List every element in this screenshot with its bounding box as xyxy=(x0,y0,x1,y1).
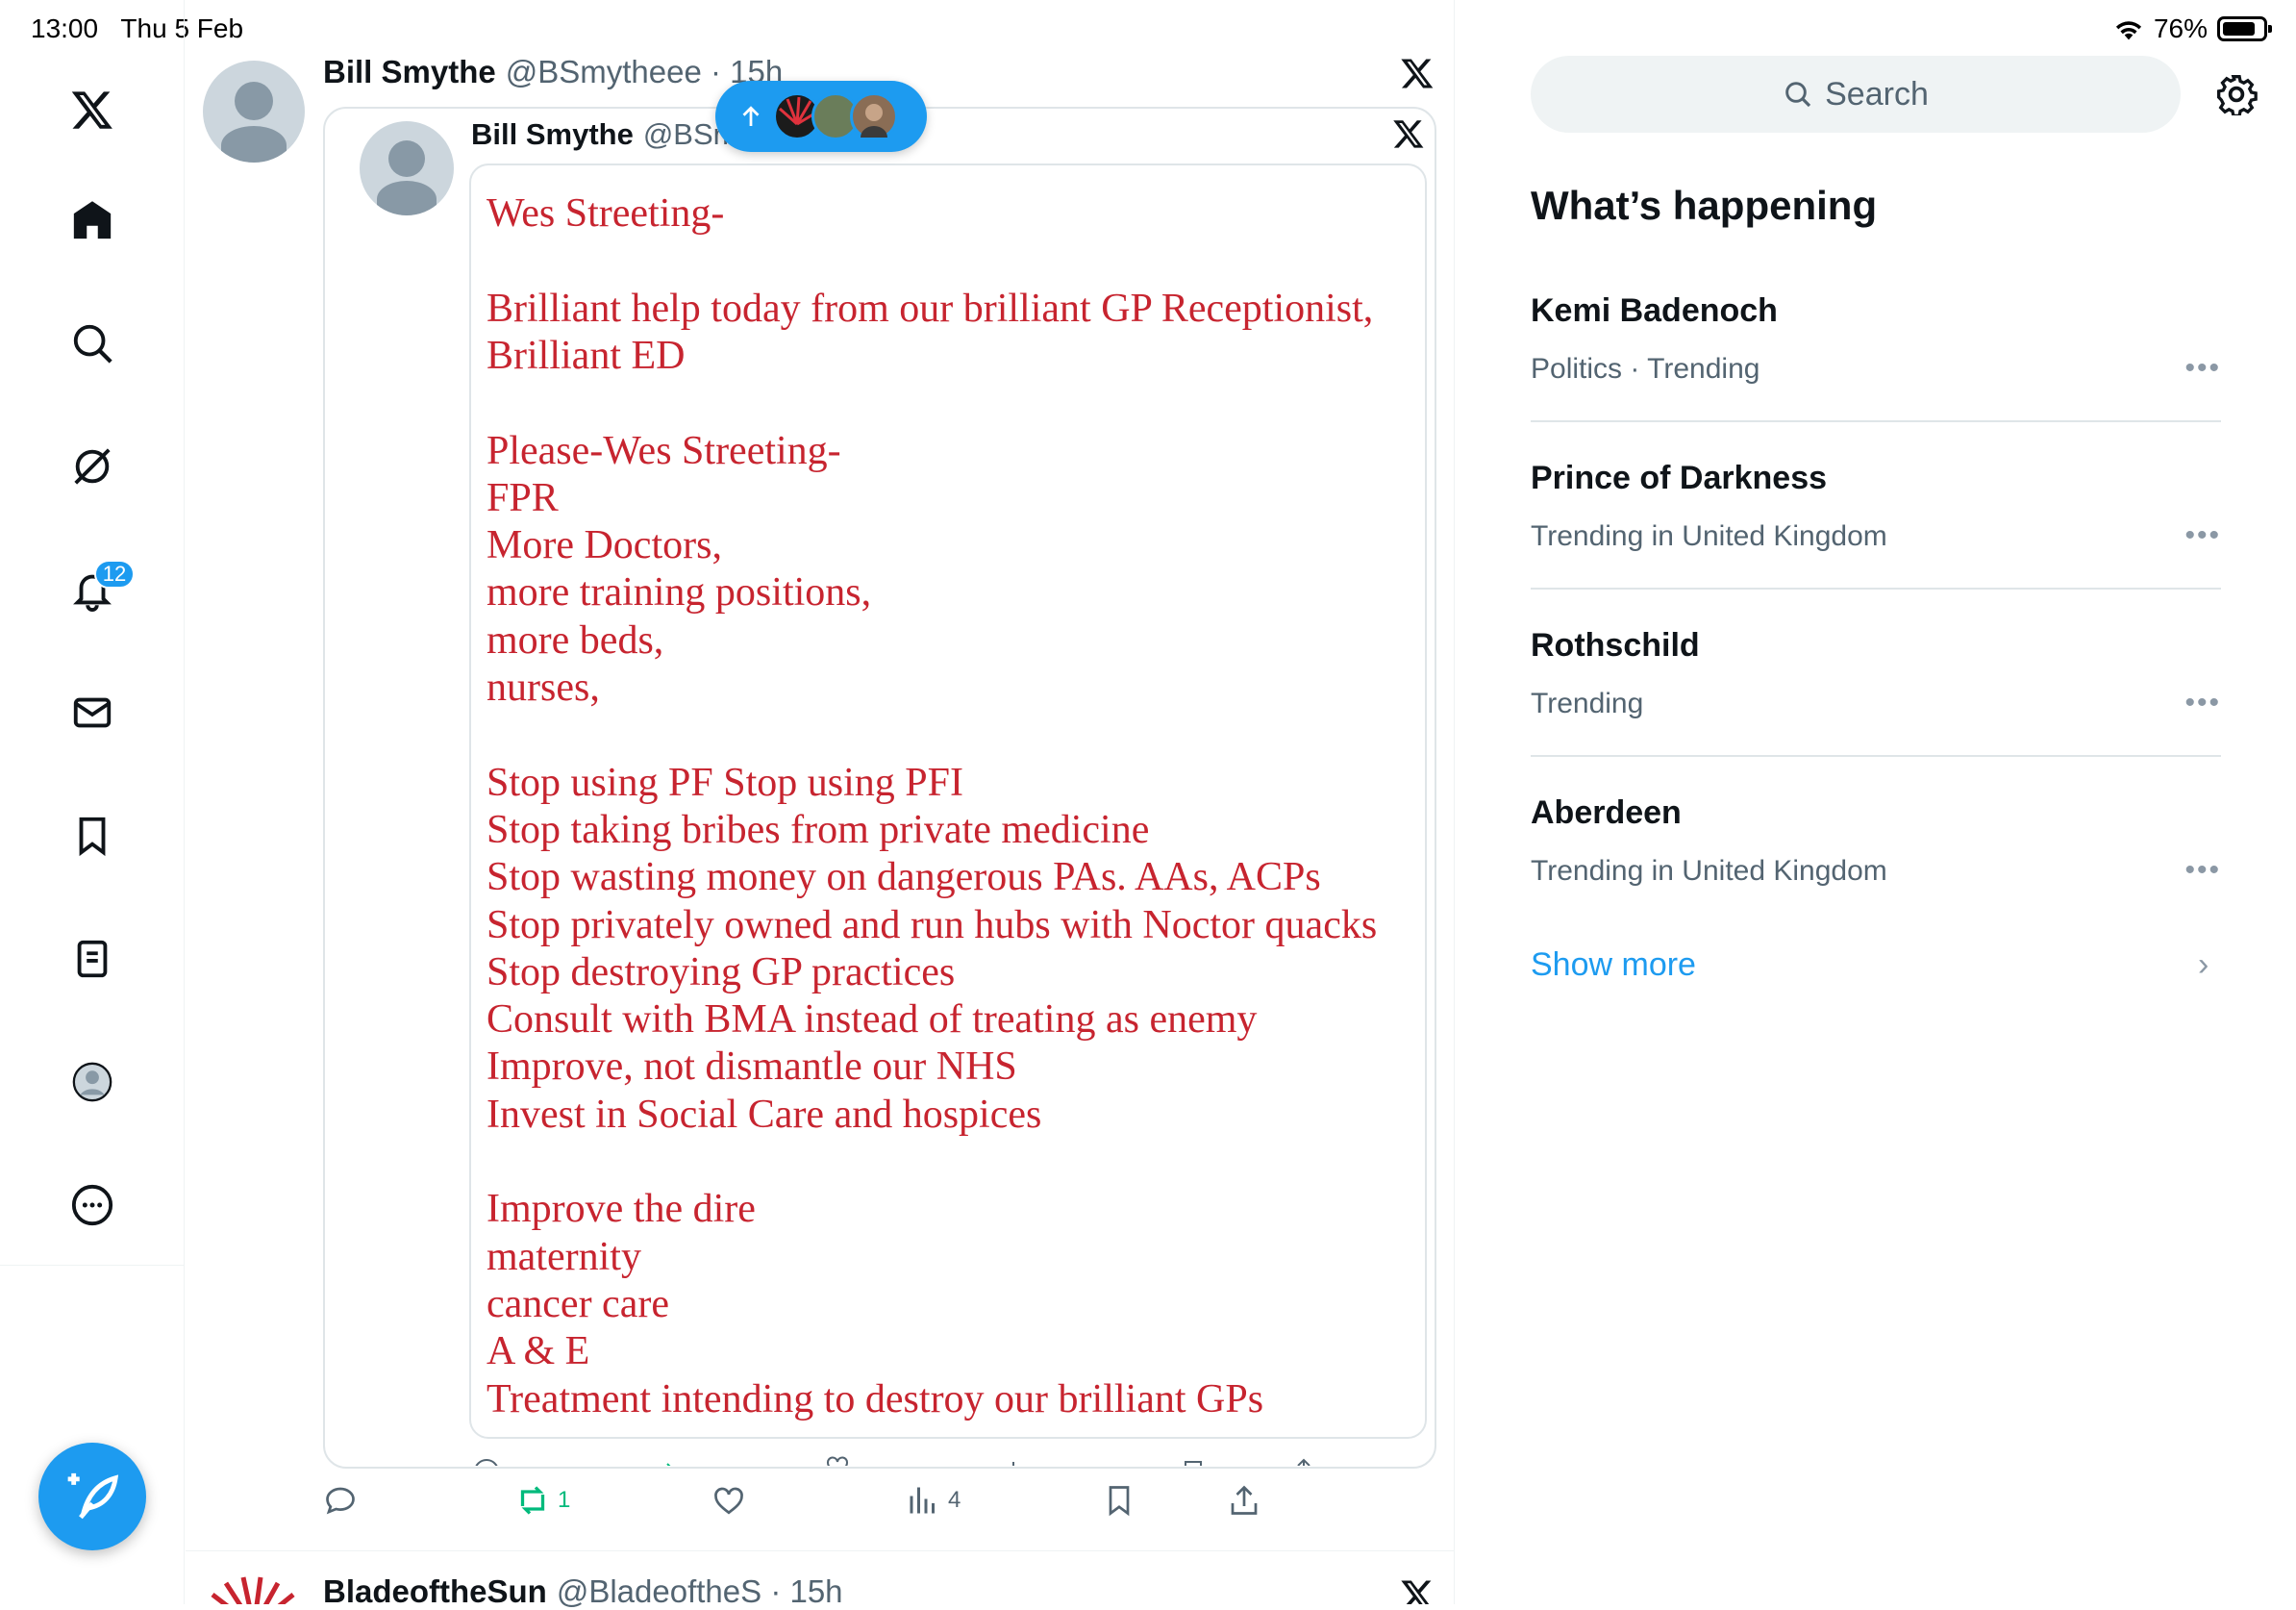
more-options-icon[interactable] xyxy=(58,1170,127,1240)
trend-item[interactable]: Rothschild Trending ••• xyxy=(1531,627,2221,720)
views-chart-icon xyxy=(910,1487,935,1514)
compose-feather-icon xyxy=(67,1472,119,1520)
next-post-avatar[interactable] xyxy=(203,1575,305,1604)
trend-item[interactable]: Aberdeen Trending in United Kingdom ••• xyxy=(1531,794,2221,888)
heart-icon xyxy=(714,1487,743,1515)
quoted-post-header: Bill Smythe @BSm xyxy=(471,117,737,152)
image-text-line: Brilliant help today from our brilliant … xyxy=(487,286,1374,331)
trend-divider xyxy=(1531,588,2221,590)
image-text-line: nurses, xyxy=(487,666,600,710)
trend-divider xyxy=(1531,420,2221,422)
search-placeholder: Search xyxy=(1825,75,1929,113)
arrow-up-icon xyxy=(742,106,760,126)
trend-divider xyxy=(1531,755,2221,757)
trend-more-icon[interactable]: ••• xyxy=(2184,854,2221,887)
next-post-author-name[interactable]: BladeoftheSun xyxy=(323,1573,547,1610)
next-post-author-handle: @BladeoftheS · 15h xyxy=(556,1573,843,1609)
image-text-line: more training positions, xyxy=(487,570,872,616)
show-more-link[interactable]: Show more xyxy=(1531,946,1696,984)
wifi-icon xyxy=(2115,21,2142,40)
bookmark-icon xyxy=(1109,1486,1130,1517)
repost-icon xyxy=(520,1486,545,1515)
compose-post-button[interactable] xyxy=(38,1443,146,1550)
next-post-x-logo-icon xyxy=(1400,1577,1435,1604)
profile-avatar-icon[interactable] xyxy=(58,1047,127,1117)
bookmark-button[interactable] xyxy=(1102,1483,1136,1518)
lists-icon[interactable] xyxy=(58,924,127,994)
post-author-avatar[interactable] xyxy=(203,61,305,163)
trend-item[interactable]: Prince of Darkness Trending in United Ki… xyxy=(1531,460,2221,553)
post-header: Bill Smythe @BSmytheee · 15h xyxy=(323,54,783,90)
new-post-avatar-3 xyxy=(850,92,898,140)
search-input[interactable]: Search xyxy=(1531,56,2181,133)
image-text-line: Invest in Social Care and hospices xyxy=(487,1092,1042,1137)
post-author-name[interactable]: Bill Smythe xyxy=(323,54,496,90)
quoted-x-logo-icon xyxy=(1392,117,1425,155)
chevron-right-icon[interactable]: › xyxy=(2198,946,2209,984)
reply-icon xyxy=(326,1487,355,1515)
image-text-line: Stop taking bribes from private medicine xyxy=(487,807,1150,852)
image-text-line: cancer care xyxy=(487,1281,669,1326)
like-button[interactable] xyxy=(711,1483,754,1518)
image-text-line: Stop destroying GP practices xyxy=(487,949,956,994)
quoted-author-name: Bill Smythe xyxy=(471,117,634,151)
whats-happening-title: What’s happening xyxy=(1531,183,1878,228)
repost-button[interactable]: 1 xyxy=(515,1483,570,1518)
trend-name: Kemi Badenoch xyxy=(1531,292,1778,329)
settings-gear-icon[interactable] xyxy=(2215,73,2258,120)
views-button[interactable]: 4 xyxy=(906,1483,961,1518)
battery-percent: 76% xyxy=(2153,13,2208,43)
image-text-line: More Doctors, xyxy=(487,523,722,568)
trend-meta: Politics · Trending xyxy=(1531,353,1760,385)
left-nav: 12 xyxy=(0,0,185,1604)
trend-name: Rothschild xyxy=(1531,627,1700,664)
trend-more-icon[interactable]: ••• xyxy=(2184,352,2221,385)
image-text-line: Improve, not dismantle our NHS xyxy=(487,1044,1017,1090)
notifications-badge: 12 xyxy=(94,560,135,589)
x-logo-icon[interactable] xyxy=(58,75,127,144)
quoted-author-avatar xyxy=(360,121,454,215)
image-text-line: FPR xyxy=(487,475,559,520)
trend-more-icon[interactable]: ••• xyxy=(2184,687,2221,719)
bookmarks-icon[interactable] xyxy=(58,801,127,870)
quoted-post-image[interactable]: Wes Streeting- Brilliant help today from … xyxy=(469,164,1427,1439)
home-icon[interactable] xyxy=(58,186,127,255)
image-text-line: Wes Streeting- xyxy=(487,191,725,236)
search-icon[interactable] xyxy=(58,309,127,378)
trend-name: Prince of Darkness xyxy=(1531,460,1828,496)
nav-divider xyxy=(0,1265,185,1266)
trend-meta: Trending in United Kingdom xyxy=(1531,855,1887,887)
post-divider xyxy=(186,1550,1455,1551)
repost-count: 1 xyxy=(558,1487,571,1513)
trend-meta: Trending xyxy=(1531,688,1644,719)
image-text-line: more beds, xyxy=(487,617,664,663)
image-text-line: Treatment intending to destroy our brill… xyxy=(487,1376,1264,1421)
trend-meta: Trending in United Kingdom xyxy=(1531,520,1887,552)
new-posts-pill[interactable] xyxy=(715,81,927,152)
share-button[interactable] xyxy=(1227,1483,1261,1518)
trend-name: Aberdeen xyxy=(1531,794,1682,831)
views-count: 4 xyxy=(948,1487,961,1513)
reply-button[interactable] xyxy=(323,1483,365,1518)
share-icon xyxy=(1231,1485,1258,1515)
quoted-actions-clipped xyxy=(469,1454,1335,1466)
battery-icon xyxy=(2217,16,2272,41)
image-text-line: Please-Wes Streeting- xyxy=(487,428,841,473)
image-text-line: Stop privately owned and run hubs with N… xyxy=(487,902,1378,947)
trend-more-icon[interactable]: ••• xyxy=(2184,519,2221,552)
image-text-line: maternity xyxy=(487,1234,641,1279)
image-text-line: Improve the dire xyxy=(487,1187,756,1232)
image-text-line: Consult with BMA instead of treating as … xyxy=(487,997,1258,1043)
next-post-header: BladeoftheSun @BladeoftheS · 15h xyxy=(323,1573,843,1610)
messages-icon[interactable] xyxy=(58,678,127,747)
status-bar-right: 76% xyxy=(2113,13,2272,44)
image-text-line: Stop using PF Stop using PFI xyxy=(487,760,964,805)
post-x-logo-icon xyxy=(1400,56,1435,95)
image-text-line: Stop wasting money on dangerous PAs. AAs… xyxy=(487,855,1321,900)
search-icon xyxy=(1785,82,1811,108)
trend-item[interactable]: Kemi Badenoch Politics · Trending ••• xyxy=(1531,292,2221,386)
image-text-line: Brilliant ED xyxy=(487,333,686,378)
grok-icon[interactable] xyxy=(58,432,127,501)
image-text-line: A & E xyxy=(487,1329,590,1374)
